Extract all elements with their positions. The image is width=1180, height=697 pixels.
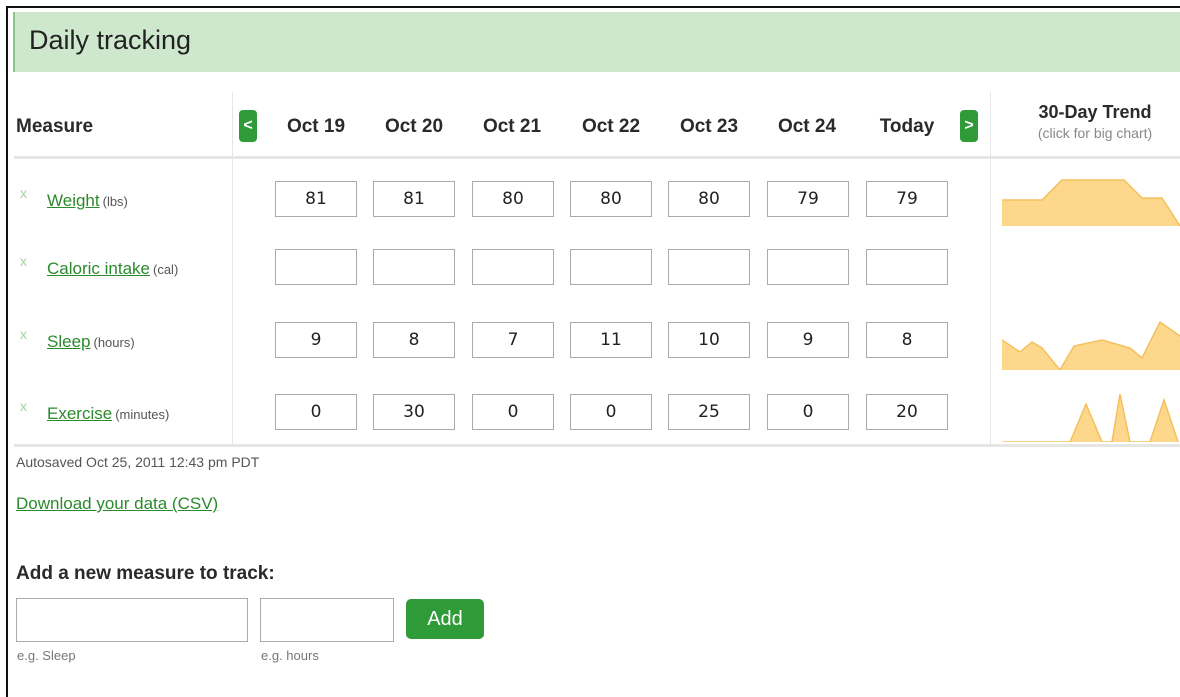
- measure-link-sleep[interactable]: Sleep: [47, 332, 90, 351]
- exercise-trend-sparkline[interactable]: [1002, 392, 1180, 442]
- measure-unit: (minutes): [115, 407, 170, 422]
- value-input[interactable]: [570, 322, 652, 358]
- trend-subtitle: (click for big chart): [1037, 125, 1153, 141]
- value-input[interactable]: [866, 394, 948, 430]
- value-input[interactable]: [472, 181, 554, 217]
- value-input[interactable]: [866, 322, 948, 358]
- name-input-hint: e.g. Sleep: [17, 648, 76, 663]
- value-input[interactable]: [373, 249, 455, 285]
- date-header: Oct 20: [384, 116, 444, 137]
- autosave-status: Autosaved Oct 25, 2011 12:43 pm PDT: [16, 454, 260, 470]
- new-measure-name-input[interactable]: [16, 598, 248, 642]
- measure-column-header: Measure: [16, 116, 94, 137]
- chevron-left-icon: <: [243, 117, 253, 134]
- measure-unit: (lbs): [102, 194, 128, 209]
- measure-unit: (cal): [153, 262, 179, 277]
- date-header: Oct 19: [286, 116, 346, 137]
- next-days-button[interactable]: >: [960, 110, 978, 142]
- measure-label: Caloric intake (cal): [47, 259, 178, 279]
- value-input[interactable]: [373, 322, 455, 358]
- page-title: Daily tracking: [29, 25, 192, 55]
- add-measure-button[interactable]: Add: [406, 599, 484, 639]
- sleep-trend-sparkline[interactable]: [1002, 320, 1180, 370]
- date-header: Oct 24: [777, 116, 837, 137]
- value-input[interactable]: [668, 394, 750, 430]
- remove-measure-button[interactable]: x: [20, 326, 27, 342]
- value-input[interactable]: [472, 394, 554, 430]
- measure-link-caloric-intake[interactable]: Caloric intake: [47, 259, 150, 278]
- value-input[interactable]: [472, 322, 554, 358]
- value-input[interactable]: [668, 322, 750, 358]
- value-input[interactable]: [668, 181, 750, 217]
- value-input[interactable]: [767, 249, 849, 285]
- header-divider: [14, 156, 1180, 159]
- unit-input-hint: e.g. hours: [261, 648, 319, 663]
- value-input[interactable]: [767, 181, 849, 217]
- trend-column-header[interactable]: 30-Day Trend (click for big chart): [1010, 102, 1180, 141]
- measure-row-caloric-intake: x Caloric intake (cal): [0, 249, 1180, 309]
- measure-link-weight[interactable]: Weight: [47, 191, 100, 210]
- value-input[interactable]: [275, 322, 357, 358]
- measure-unit: (hours): [93, 335, 135, 350]
- date-header: Oct 21: [482, 116, 542, 137]
- new-measure-unit-input[interactable]: [260, 598, 394, 642]
- value-input[interactable]: [570, 249, 652, 285]
- value-input[interactable]: [570, 181, 652, 217]
- measure-label: Weight (lbs): [47, 191, 128, 211]
- chevron-right-icon: >: [964, 117, 974, 134]
- value-input[interactable]: [570, 394, 652, 430]
- measure-label: Exercise (minutes): [47, 404, 169, 424]
- page-header: Daily tracking: [13, 12, 1180, 72]
- value-input[interactable]: [866, 249, 948, 285]
- date-header: Oct 22: [581, 116, 641, 137]
- value-input[interactable]: [275, 249, 357, 285]
- value-input[interactable]: [275, 394, 357, 430]
- date-header: Oct 23: [679, 116, 739, 137]
- value-input[interactable]: [373, 181, 455, 217]
- value-input[interactable]: [472, 249, 554, 285]
- remove-measure-button[interactable]: x: [20, 253, 27, 269]
- trend-title: 30-Day Trend: [1038, 102, 1152, 122]
- measure-link-exercise[interactable]: Exercise: [47, 404, 112, 423]
- date-header-today: Today: [879, 116, 935, 137]
- measure-label: Sleep (hours): [47, 332, 135, 352]
- value-input[interactable]: [275, 181, 357, 217]
- value-input[interactable]: [866, 181, 948, 217]
- value-input[interactable]: [767, 322, 849, 358]
- previous-days-button[interactable]: <: [239, 110, 257, 142]
- value-input[interactable]: [373, 394, 455, 430]
- add-measure-heading: Add a new measure to track:: [16, 563, 275, 584]
- remove-measure-button[interactable]: x: [20, 185, 27, 201]
- value-input[interactable]: [668, 249, 750, 285]
- download-csv-link[interactable]: Download your data (CSV): [16, 494, 218, 514]
- value-input[interactable]: [767, 394, 849, 430]
- remove-measure-button[interactable]: x: [20, 398, 27, 414]
- weight-trend-sparkline[interactable]: [1002, 178, 1180, 228]
